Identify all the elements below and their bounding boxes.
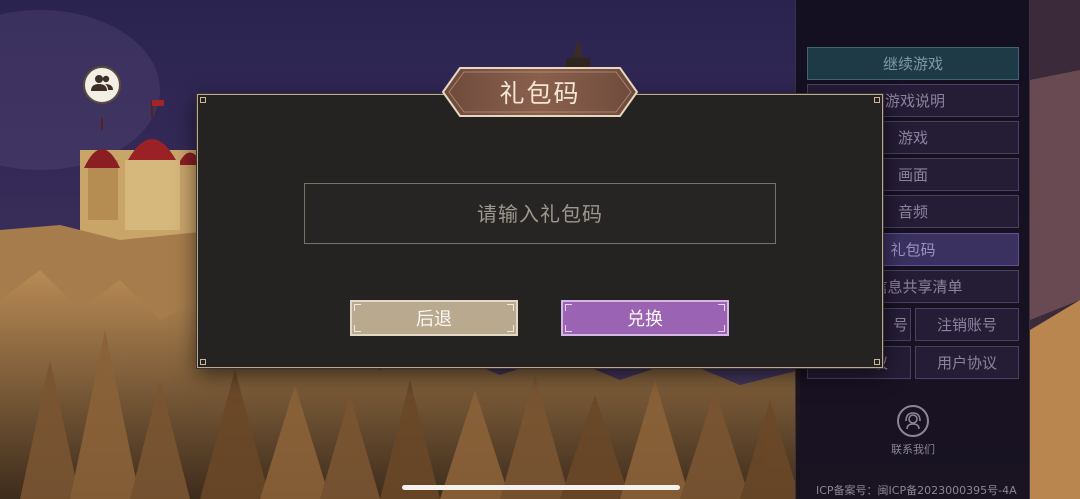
menu-label: 礼包码: [890, 241, 936, 259]
menu-label: 游戏: [897, 129, 928, 147]
back-button-label: 后退: [416, 309, 452, 330]
menu-label: 注销账号: [936, 316, 997, 334]
dialog-corner: [200, 359, 206, 365]
menu-label: 用户协议: [936, 354, 997, 372]
dialog-corner: [200, 97, 206, 103]
menu-label: 号: [892, 316, 908, 334]
menu-label: 画面: [897, 166, 928, 184]
menu-label: 继续游戏: [882, 55, 943, 73]
users-button[interactable]: [83, 66, 121, 104]
redeem-button[interactable]: 兑换: [561, 300, 729, 336]
users-icon: [90, 73, 114, 97]
gift-code-input[interactable]: [304, 183, 776, 244]
menu-continue-game[interactable]: 继续游戏: [807, 47, 1019, 80]
menu-label: 游戏说明: [884, 92, 945, 110]
headset-icon: [897, 405, 929, 437]
dialog-corner: [874, 97, 880, 103]
contact-us-button[interactable]: 联系我们: [888, 405, 938, 457]
home-indicator[interactable]: [402, 485, 680, 490]
back-button[interactable]: 后退: [350, 300, 518, 336]
redeem-button-label: 兑换: [627, 309, 663, 330]
menu-user-agreement[interactable]: 用户协议: [915, 346, 1019, 379]
dialog-title: 礼包码: [499, 79, 581, 108]
icp-record-text: ICP备案号：闽ICP备2023000395号-4A: [816, 484, 1017, 497]
menu-delete-account[interactable]: 注销账号: [915, 308, 1019, 341]
menu-label: 音频: [897, 203, 928, 221]
contact-us-label: 联系我们: [891, 443, 935, 456]
dialog-corner: [874, 359, 880, 365]
